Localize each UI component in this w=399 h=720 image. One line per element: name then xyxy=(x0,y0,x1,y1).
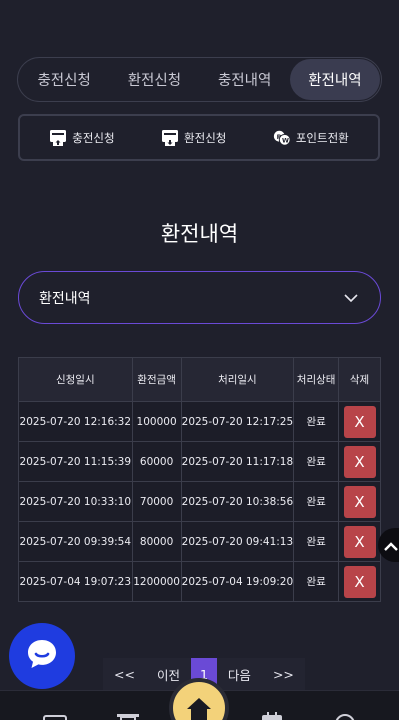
page-last-button[interactable]: >> xyxy=(262,658,305,690)
table-row: 2025-07-04 19:07:23 1200000 2025-07-04 1… xyxy=(18,561,381,602)
page-first-button[interactable]: << xyxy=(103,658,146,690)
table-row: 2025-07-20 09:39:54 80000 2025-07-20 09:… xyxy=(18,521,381,562)
delete-button[interactable]: X xyxy=(343,445,376,478)
quick-links: 충전신청 환전신청 PW 포인트전환 xyxy=(18,114,380,161)
chat-button[interactable] xyxy=(9,623,75,689)
cell-requested-at: 2025-07-20 11:15:39 xyxy=(18,441,133,482)
page-next-button[interactable]: 다음 xyxy=(217,658,262,690)
cell-processed-at: 2025-07-04 19:09:20 xyxy=(180,561,295,602)
chevron-up-icon xyxy=(384,536,398,555)
cell-requested-at: 2025-07-04 19:07:23 xyxy=(18,561,133,602)
home-icon xyxy=(185,696,213,720)
svg-text:P: P xyxy=(276,133,281,140)
delete-button[interactable]: X xyxy=(343,565,376,598)
cell-delete: X xyxy=(338,521,381,562)
tab-withdraw-history[interactable]: 환전내역 xyxy=(289,59,380,100)
cell-status: 완료 xyxy=(293,561,340,602)
header-delete: 삭제 xyxy=(338,357,381,402)
quick-link-deposit-label: 충전신청 xyxy=(72,130,115,145)
table-header-row: 신청일시 환전금액 처리일시 처리상태 삭제 xyxy=(18,357,381,402)
quick-link-deposit[interactable]: 충전신청 xyxy=(49,129,115,147)
delete-button[interactable]: X xyxy=(343,485,376,518)
history-type-select-value: 환전내역 xyxy=(39,290,91,307)
header-processed-at: 처리일시 xyxy=(180,357,295,402)
tab-deposit-history[interactable]: 충전내역 xyxy=(200,59,290,100)
tab-deposit-request[interactable]: 충전신청 xyxy=(19,59,109,100)
cell-processed-at: 2025-07-20 10:38:56 xyxy=(180,481,295,522)
cell-processed-at: 2025-07-20 12:17:25 xyxy=(180,401,295,442)
withdraw-history-table: 신청일시 환전금액 처리일시 처리상태 삭제 2025-07-20 12:16:… xyxy=(18,357,381,602)
history-type-select[interactable]: 환전내역 xyxy=(18,271,381,324)
nav-wallet-icon[interactable] xyxy=(42,709,68,720)
table-row: 2025-07-20 11:15:39 60000 2025-07-20 11:… xyxy=(18,441,381,482)
table-row: 2025-07-20 10:33:10 70000 2025-07-20 10:… xyxy=(18,481,381,522)
page-title: 환전내역 xyxy=(160,222,239,246)
delete-button[interactable]: X xyxy=(343,405,376,438)
point-convert-icon: PW xyxy=(273,129,291,147)
history-tabs: 충전신청 환전신청 충전내역 환전내역 xyxy=(17,57,382,102)
nav-calendar-icon[interactable] xyxy=(259,709,285,720)
tab-withdraw-request[interactable]: 환전신청 xyxy=(109,59,199,100)
cell-amount: 60000 xyxy=(131,441,182,482)
nav-clock-icon[interactable] xyxy=(332,709,358,720)
cell-delete: X xyxy=(338,561,381,602)
chat-bubble-icon xyxy=(25,637,59,675)
quick-link-point-convert-label: 포인트전환 xyxy=(295,130,349,145)
cell-delete: X xyxy=(338,441,381,482)
cell-processed-at: 2025-07-20 09:41:13 xyxy=(180,521,295,562)
cell-delete: X xyxy=(338,481,381,522)
svg-text:W: W xyxy=(282,137,289,144)
cell-requested-at: 2025-07-20 12:16:32 xyxy=(18,401,133,442)
chevron-down-icon xyxy=(344,290,358,306)
cell-requested-at: 2025-07-20 09:39:54 xyxy=(18,521,133,562)
cell-requested-at: 2025-07-20 10:33:10 xyxy=(18,481,133,522)
cell-status: 완료 xyxy=(293,401,340,442)
cell-amount: 1200000 xyxy=(131,561,182,602)
scroll-top-button[interactable] xyxy=(378,528,399,562)
cell-delete: X xyxy=(338,401,381,442)
cell-amount: 100000 xyxy=(131,401,182,442)
table-row: 2025-07-20 12:16:32 100000 2025-07-20 12… xyxy=(18,401,381,442)
cell-amount: 80000 xyxy=(131,521,182,562)
cell-status: 완료 xyxy=(293,441,340,482)
header-status: 처리상태 xyxy=(293,357,340,402)
header-requested-at: 신청일시 xyxy=(18,357,133,402)
header-amount: 환전금액 xyxy=(131,357,182,402)
quick-link-withdraw[interactable]: 환전신청 xyxy=(161,129,226,147)
quick-link-point-convert[interactable]: PW 포인트전환 xyxy=(273,129,349,147)
delete-button[interactable]: X xyxy=(343,525,376,558)
deposit-icon xyxy=(49,129,67,147)
cell-status: 완료 xyxy=(293,481,340,522)
cell-status: 완료 xyxy=(293,521,340,562)
quick-link-withdraw-label: 환전신청 xyxy=(184,130,227,145)
nav-atm-icon[interactable] xyxy=(115,709,141,720)
cell-amount: 70000 xyxy=(131,481,182,522)
cell-processed-at: 2025-07-20 11:17:18 xyxy=(180,441,295,482)
withdraw-icon xyxy=(161,129,179,147)
